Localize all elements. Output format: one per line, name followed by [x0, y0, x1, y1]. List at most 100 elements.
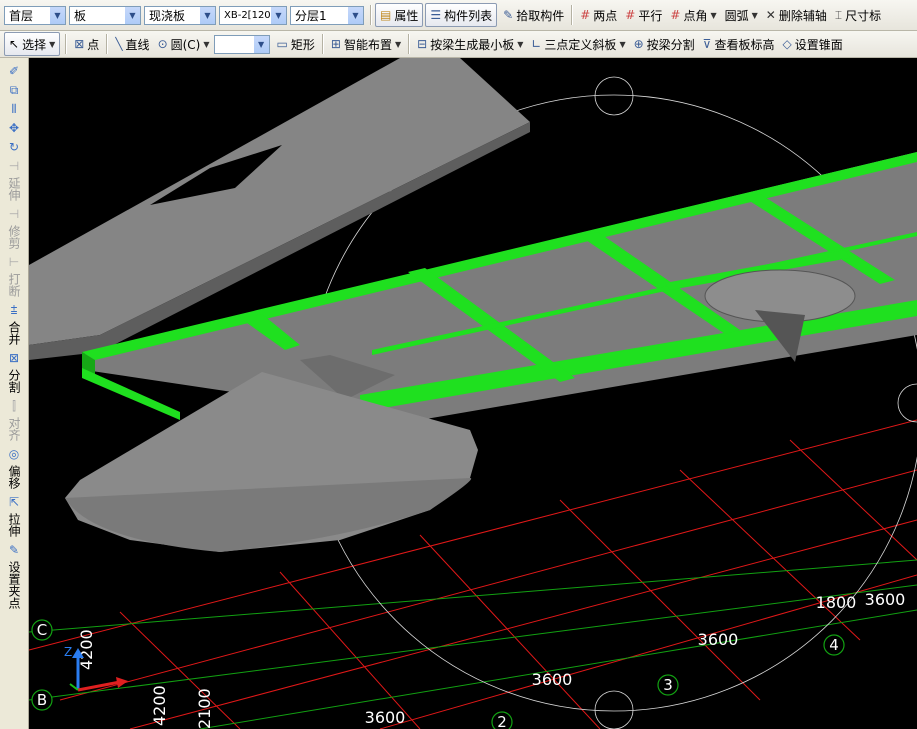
- three-point-slope-button[interactable]: ∟ 三点定义斜板 ▼: [527, 33, 629, 55]
- copy-icon[interactable]: ⧉: [10, 84, 19, 96]
- line-button[interactable]: ╲ 直线: [111, 33, 153, 55]
- circle-button[interactable]: ⊙ 圆(C) ▼: [154, 33, 214, 55]
- circle-label: 圆(C): [170, 37, 201, 52]
- point-label: 点: [87, 37, 100, 52]
- rotation-handle[interactable]: [594, 76, 634, 116]
- chevron-down-icon: ▼: [253, 35, 269, 53]
- z-axis-label: Z: [64, 645, 72, 659]
- arc-label: 圆弧: [724, 8, 749, 23]
- grid-icon: #: [580, 8, 591, 22]
- rect-label: 矩形: [290, 37, 315, 52]
- layout-icon: ⊞: [330, 37, 341, 51]
- grid-line: [279, 571, 421, 729]
- smart-layout-button[interactable]: ⊞ 智能布置 ▼: [327, 33, 405, 55]
- offset-icon: ◎: [8, 447, 20, 461]
- axis-line: [29, 559, 917, 633]
- trim-button[interactable]: 修剪: [7, 225, 21, 249]
- split-button[interactable]: 分割: [7, 369, 21, 393]
- grid-line: [679, 469, 861, 641]
- split-icon: ⊠: [8, 351, 20, 365]
- cone-icon: ◇: [782, 37, 792, 51]
- modify-sidebar: ✐ ⧉ ⫴ ✥ ↻ ⊣ 延伸 ⊣ 修剪 ⊢ 打断 ⩲ 合并 ⊠ 分割 ⫿ 对齐 …: [0, 58, 29, 729]
- merge-button[interactable]: 合并: [7, 321, 21, 345]
- parallel-icon: #: [625, 8, 636, 22]
- point-icon: ⊠: [74, 37, 85, 51]
- offset-button[interactable]: 偏移: [7, 465, 21, 489]
- set-clamp-button[interactable]: 设置夹点: [7, 561, 21, 609]
- align-button[interactable]: 对齐: [7, 417, 21, 441]
- dropdown-arrow-icon: ▼: [394, 39, 402, 49]
- chevron-down-icon: ▼: [200, 6, 215, 24]
- viewport-canvas: C B 2 3 4 3600 3600 3600 1800 3600 4200 …: [29, 58, 917, 729]
- layer-select[interactable]: 分层1 ▼: [290, 5, 364, 25]
- grid-line: [559, 499, 761, 701]
- select-button[interactable]: ↖ 选择 ▼: [4, 32, 61, 56]
- rotation-handle[interactable]: [897, 383, 917, 423]
- element-type-value: 板: [74, 8, 87, 23]
- dimension-label: 4200: [150, 685, 169, 726]
- divider: [571, 5, 574, 25]
- chevron-down-icon: ▼: [125, 6, 140, 24]
- dimension-label: 尺寸标: [845, 8, 882, 23]
- split-by-beam-button[interactable]: ⊕ 按梁分割: [630, 33, 699, 55]
- trim-icon: ⊣: [8, 207, 20, 221]
- dropdown-arrow-icon: ▼: [49, 39, 56, 49]
- dimension-label: 1800: [816, 593, 857, 612]
- point-angle-button[interactable]: # 点角 ▼: [666, 4, 720, 26]
- divider: [106, 34, 109, 54]
- dimension-button[interactable]: ⌶ 尺寸标: [831, 4, 885, 26]
- dropdown-arrow-icon: ▼: [619, 39, 626, 49]
- brush-icon[interactable]: ✐: [9, 65, 19, 77]
- properties-icon: ▤: [380, 8, 392, 22]
- properties-button[interactable]: ▤ 属性: [375, 3, 424, 27]
- break-button[interactable]: 打断: [7, 273, 21, 297]
- draw-mode-select[interactable]: ▼: [213, 34, 270, 54]
- angle-icon: #: [670, 8, 681, 22]
- view-icon: ⊽: [702, 37, 712, 51]
- rotation-handle[interactable]: [594, 690, 634, 729]
- dropdown-arrow-icon: ▼: [751, 10, 758, 20]
- delete-aux-button[interactable]: ✕ 删除辅轴: [762, 4, 831, 26]
- grid-line: [789, 439, 917, 561]
- stretch-button[interactable]: 拉伸: [7, 513, 21, 537]
- rotate-icon[interactable]: ↻: [9, 141, 19, 153]
- extend-button[interactable]: 延伸: [7, 177, 21, 201]
- subtype-select[interactable]: 现浇板 ▼: [144, 5, 216, 25]
- mirror-icon[interactable]: ⫴: [11, 103, 16, 115]
- grid-line: [119, 611, 241, 729]
- slab-icon: ⊟: [417, 37, 428, 51]
- dimension-label: 2100: [195, 688, 214, 729]
- select-label: 选择: [22, 37, 47, 52]
- arc-button[interactable]: 圆弧 ▼: [721, 4, 762, 26]
- 3d-viewport[interactable]: C B 2 3 4 3600 3600 3600 1800 3600 4200 …: [29, 58, 917, 729]
- set-cone-button[interactable]: ◇ 设置锥面: [778, 33, 846, 55]
- dimension-label: 3600: [532, 670, 573, 689]
- element-type-select[interactable]: 板 ▼: [69, 5, 141, 25]
- floor-select[interactable]: 首层 ▼: [4, 5, 66, 25]
- slope-icon: ∟: [531, 37, 542, 51]
- move-icon[interactable]: ✥: [9, 122, 19, 134]
- component-select[interactable]: XB-2[120] ▼: [219, 5, 287, 25]
- extend-icon: ⊣: [8, 159, 20, 173]
- main-toolbar: 首层 ▼ 板 ▼ 现浇板 ▼ XB-2[120] ▼ 分层1 ▼ ▤ 属性 ☰ 构件列表 ✎ 拾…: [0, 0, 917, 31]
- component-list-label: 构件列表: [444, 8, 493, 23]
- set-cone-label: 设置锥面: [794, 37, 843, 52]
- view-slab-height-button[interactable]: ⊽ 查看板标高: [699, 33, 779, 55]
- axis-label-3: 3: [663, 676, 673, 694]
- break-icon: ⊢: [8, 255, 20, 269]
- parallel-button[interactable]: # 平行: [621, 4, 666, 26]
- two-point-button[interactable]: # 两点: [576, 4, 621, 26]
- pick-component-button[interactable]: ✎ 拾取构件: [499, 4, 568, 26]
- subtype-value: 现浇板: [149, 8, 186, 23]
- line-label: 直线: [125, 37, 150, 52]
- divider: [65, 34, 68, 54]
- axis-label-4: 4: [829, 636, 839, 654]
- axis-label-b: B: [37, 691, 47, 709]
- component-list-button[interactable]: ☰ 构件列表: [425, 3, 498, 27]
- smart-layout-label: 智能布置: [343, 37, 392, 52]
- list-icon: ☰: [430, 8, 442, 22]
- point-button[interactable]: ⊠ 点: [70, 33, 103, 55]
- beam-min-slab-button[interactable]: ⊟ 按梁生成最小板 ▼: [413, 33, 527, 55]
- rect-button[interactable]: ▭ 矩形: [273, 33, 319, 55]
- floor-select-value: 首层: [9, 8, 34, 23]
